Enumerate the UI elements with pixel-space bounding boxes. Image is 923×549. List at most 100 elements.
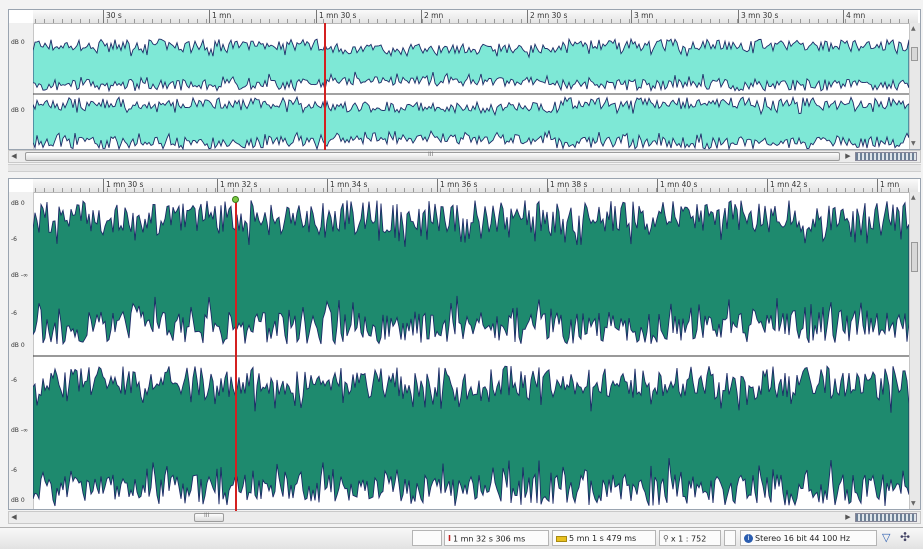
ruler-minor-tick <box>791 19 792 23</box>
db-label: -6 <box>11 467 17 474</box>
ruler-minor-tick <box>377 19 378 23</box>
ruler-minor-tick <box>44 19 45 23</box>
waveform-channel-left <box>33 37 910 93</box>
ruler-label: 1 mn 36 s <box>440 180 478 189</box>
detail-vertical-scrollbar[interactable]: ▲ ▼ <box>909 192 920 509</box>
db-label: -6 <box>11 310 17 317</box>
ruler-minor-tick <box>80 19 81 23</box>
ruler-label: 1 mn 30 s <box>319 11 357 20</box>
pane-splitter[interactable] <box>8 164 921 172</box>
ruler-minor-tick <box>359 19 360 23</box>
duration-field[interactable]: 5 mn 1 s 479 ms <box>552 530 656 546</box>
vertical-scroll-thumb[interactable] <box>911 47 918 61</box>
scroll-left-arrow-icon[interactable]: ◀ <box>9 151 19 162</box>
scroll-up-arrow-icon[interactable]: ▲ <box>911 194 916 201</box>
status-bar: I1 mn 32 s 306 ms 5 mn 1 s 479 ms ⚲ x 1 :… <box>0 527 923 549</box>
ruler-minor-tick <box>800 19 801 23</box>
detail-playback-cursor[interactable] <box>235 199 237 511</box>
waveform-channel-right <box>33 95 910 151</box>
scroll-up-arrow-icon[interactable]: ▲ <box>911 25 916 32</box>
ruler-minor-tick <box>809 19 810 23</box>
cursor-marker-handle[interactable] <box>232 196 239 203</box>
ruler-minor-tick <box>710 19 711 23</box>
ruler-minor-tick <box>836 19 837 23</box>
ruler-label: 1 mn 38 s <box>550 180 588 189</box>
zoom-slider[interactable] <box>855 513 917 522</box>
ruler-minor-tick <box>233 19 234 23</box>
ruler-minor-tick <box>818 19 819 23</box>
ruler-minor-tick <box>143 19 144 23</box>
audio-format-field[interactable]: i Stereo 16 bit 44 100 Hz <box>740 530 877 546</box>
overview-waveform[interactable] <box>33 37 910 151</box>
ruler-minor-tick <box>620 19 621 23</box>
ruler-minor-tick <box>890 19 891 23</box>
overview-pane[interactable]: 30 s 1 mn 1 mn 30 s 2 mn 2 mn 30 s 3 mn 3 mn 3… <box>8 9 921 151</box>
ruler-label: 3 mn 30 s <box>741 11 779 20</box>
ruler-minor-tick <box>152 19 153 23</box>
ruler-minor-tick <box>242 19 243 23</box>
ruler-minor-tick <box>782 19 783 23</box>
ruler-label: 1 mn 32 s <box>220 180 258 189</box>
detail-db-scale: dB 0 -6 dB -∞ -6 dB 0 -6 dB -∞ -6 dB 0 <box>9 192 34 509</box>
ruler-minor-tick <box>125 19 126 23</box>
detail-scroll-thumb[interactable]: III <box>194 512 224 522</box>
pin-icon[interactable]: ✣ <box>900 530 910 544</box>
overview-vertical-scrollbar[interactable]: ▲ ▼ <box>909 23 920 149</box>
ruler-minor-tick <box>503 19 504 23</box>
vertical-scroll-thumb[interactable] <box>911 242 918 272</box>
ruler-minor-tick <box>134 19 135 23</box>
audio-format-value: Stereo 16 bit 44 100 Hz <box>755 534 851 543</box>
ruler-minor-tick <box>719 19 720 23</box>
overview-scroll-thumb[interactable]: III <box>25 151 840 161</box>
overview-time-ruler[interactable]: 30 s 1 mn 1 mn 30 s 2 mn 2 mn 30 s 3 mn 3 mn 3… <box>33 10 918 24</box>
ruler-minor-tick <box>314 19 315 23</box>
db-label: dB 0 <box>11 497 25 504</box>
ruler-minor-tick <box>584 19 585 23</box>
zoom-slider[interactable] <box>855 152 917 161</box>
db-label: dB 0 <box>11 342 25 349</box>
ruler-minor-tick <box>179 19 180 23</box>
ruler-minor-tick <box>62 19 63 23</box>
detail-waveform[interactable] <box>33 192 910 511</box>
ruler-minor-tick <box>35 19 36 23</box>
ruler-minor-tick <box>629 19 630 23</box>
ruler-minor-tick <box>161 19 162 23</box>
detail-pane[interactable]: 1 mn 30 s 1 mn 32 s 1 mn 34 s 1 mn 36 s 1 mn… <box>8 178 921 511</box>
ruler-label: 4 mn <box>846 11 866 20</box>
scroll-right-arrow-icon[interactable]: ▶ <box>843 512 853 523</box>
ruler-minor-tick <box>287 19 288 23</box>
db-label: dB -∞ <box>11 272 28 279</box>
scroll-right-arrow-icon[interactable]: ▶ <box>843 151 853 162</box>
waveform-channel-left <box>33 200 910 346</box>
ruler-minor-tick <box>197 19 198 23</box>
scroll-down-arrow-icon[interactable]: ▼ <box>911 500 916 507</box>
ruler-label: 2 mn 30 s <box>530 11 568 20</box>
cursor-position-field[interactable]: I1 mn 32 s 306 ms <box>444 530 549 546</box>
scroll-down-arrow-icon[interactable]: ▼ <box>911 140 916 147</box>
ruler-minor-tick <box>305 19 306 23</box>
db-label: -6 <box>11 377 17 384</box>
ruler-minor-tick <box>368 19 369 23</box>
waveform-channel-right <box>33 365 910 507</box>
db-label: dB 0 <box>11 107 25 114</box>
ruler-minor-tick <box>665 19 666 23</box>
ruler-minor-tick <box>260 19 261 23</box>
ruler-minor-tick <box>413 19 414 23</box>
ruler-label: 30 s <box>106 11 122 20</box>
zoom-field[interactable]: ⚲ x 1 : 752 <box>659 530 721 546</box>
ruler-minor-tick <box>170 19 171 23</box>
detail-time-ruler[interactable]: 1 mn 30 s 1 mn 32 s 1 mn 34 s 1 mn 36 s 1 mn… <box>33 179 918 193</box>
overview-horizontal-scrollbar[interactable]: ◀ III ▶ <box>8 150 921 163</box>
db-label: dB -∞ <box>11 427 28 434</box>
detail-horizontal-scrollbar[interactable]: ◀ III ▶ <box>8 511 921 524</box>
scroll-left-arrow-icon[interactable]: ◀ <box>9 512 19 523</box>
ruler-minor-tick <box>827 19 828 23</box>
duration-icon <box>556 535 567 542</box>
magnifier-icon: ⚲ <box>663 534 669 543</box>
duration-value: 5 mn 1 s 479 ms <box>569 534 637 543</box>
ruler-minor-tick <box>458 19 459 23</box>
overview-playback-cursor[interactable] <box>324 23 326 151</box>
filter-icon[interactable]: ▽ <box>882 531 890 544</box>
ruler-minor-tick <box>449 19 450 23</box>
status-empty-field-2 <box>724 530 736 546</box>
